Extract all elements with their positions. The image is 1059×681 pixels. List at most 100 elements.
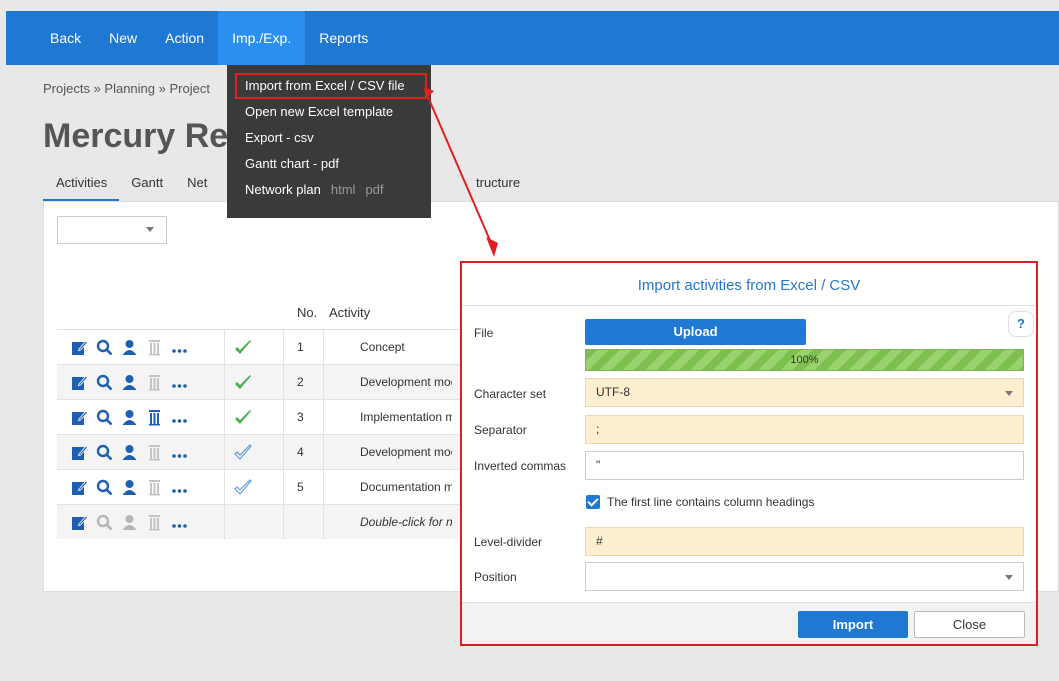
edit-icon[interactable]: [71, 339, 88, 356]
edit-icon[interactable]: [71, 514, 88, 531]
row-actions: [71, 479, 188, 496]
imp-exp-dropdown: Import from Excel / CSV file Open new Ex…: [227, 65, 431, 218]
row-activity[interactable]: Development moc: [360, 445, 452, 459]
column-divider: [323, 365, 324, 400]
table-row[interactable]: 5 Documentation m: [57, 469, 477, 505]
breadcrumb[interactable]: Projects » Planning » Project: [43, 81, 210, 96]
more-icon[interactable]: [171, 444, 188, 461]
more-icon[interactable]: [171, 409, 188, 426]
user-icon[interactable]: [121, 374, 138, 391]
more-icon[interactable]: [171, 514, 188, 531]
filter-select[interactable]: [57, 216, 167, 244]
table-row[interactable]: 1 Concept: [57, 329, 477, 365]
column-divider: [283, 400, 284, 435]
dialog-footer: Import Close: [462, 602, 1036, 644]
menu-gantt-pdf[interactable]: Gantt chart - pdf: [227, 151, 431, 177]
chevron-down-icon: [146, 227, 154, 232]
row-actions: [71, 444, 188, 461]
row-actions: [71, 409, 188, 426]
open-check-icon: [233, 443, 253, 468]
user-icon[interactable]: [121, 479, 138, 496]
help-icon[interactable]: ?: [1008, 311, 1034, 337]
trash-icon[interactable]: [146, 374, 163, 391]
table-row[interactable]: 2 Development moc: [57, 364, 477, 400]
tab-bar: Activities Gantt Net: [43, 173, 219, 202]
table-row[interactable]: 3 Implementation m: [57, 399, 477, 435]
menu-import-excel-csv[interactable]: Import from Excel / CSV file: [235, 73, 427, 99]
separator-input[interactable]: ;: [585, 415, 1024, 444]
menu-network-html[interactable]: html: [331, 182, 356, 197]
user-icon[interactable]: [121, 409, 138, 426]
nav-back[interactable]: Back: [36, 11, 95, 65]
search-icon[interactable]: [96, 444, 113, 461]
column-divider: [224, 365, 225, 400]
user-icon[interactable]: [121, 339, 138, 356]
table-row[interactable]: 4 Development moc: [57, 434, 477, 470]
search-icon[interactable]: [96, 339, 113, 356]
search-icon[interactable]: [96, 514, 113, 531]
trash-icon[interactable]: [146, 409, 163, 426]
top-nav: Back New Action Imp./Exp. Reports: [6, 11, 1059, 65]
close-button[interactable]: Close: [914, 611, 1025, 638]
tab-network[interactable]: Net: [175, 173, 219, 202]
position-select[interactable]: [585, 562, 1024, 591]
open-check-icon: [233, 478, 253, 503]
level-divider-input[interactable]: #: [585, 527, 1024, 556]
row-actions: [71, 339, 188, 356]
row-number: 2: [297, 375, 304, 389]
menu-network-plan[interactable]: Network plan html pdf: [227, 177, 431, 203]
import-button[interactable]: Import: [798, 611, 908, 638]
import-dialog: Import activities from Excel / CSV ? Fil…: [460, 261, 1038, 646]
annotation-arrow: [424, 87, 498, 257]
row-number: 3: [297, 410, 304, 424]
more-icon[interactable]: [171, 374, 188, 391]
row-number: 1: [297, 340, 304, 354]
trash-icon[interactable]: [146, 339, 163, 356]
user-icon[interactable]: [121, 514, 138, 531]
inverted-commas-label: Inverted commas: [474, 459, 567, 473]
completed-check-icon: [233, 338, 253, 363]
more-icon[interactable]: [171, 479, 188, 496]
column-divider: [323, 470, 324, 505]
dialog-title: Import activities from Excel / CSV: [462, 263, 1036, 306]
trash-icon[interactable]: [146, 444, 163, 461]
edit-icon[interactable]: [71, 409, 88, 426]
trash-icon[interactable]: [146, 514, 163, 531]
nav-reports[interactable]: Reports: [305, 11, 382, 65]
first-line-headings-checkbox[interactable]: [586, 495, 600, 509]
tab-gantt[interactable]: Gantt: [119, 173, 175, 202]
inverted-commas-input[interactable]: ": [585, 451, 1024, 480]
charset-select[interactable]: UTF-8: [585, 378, 1024, 407]
edit-icon[interactable]: [71, 444, 88, 461]
column-header-no: No.: [297, 305, 318, 320]
edit-icon[interactable]: [71, 479, 88, 496]
nav-imp-exp[interactable]: Imp./Exp.: [218, 11, 306, 65]
menu-network-plan-label: Network plan: [245, 182, 321, 197]
trash-icon[interactable]: [146, 479, 163, 496]
search-icon[interactable]: [96, 479, 113, 496]
user-icon[interactable]: [121, 444, 138, 461]
row-number: 4: [297, 445, 304, 459]
search-icon[interactable]: [96, 374, 113, 391]
tab-activities[interactable]: Activities: [43, 173, 120, 202]
upload-button[interactable]: Upload: [585, 319, 806, 345]
row-activity[interactable]: Documentation m: [360, 480, 452, 494]
row-activity[interactable]: Implementation m: [360, 410, 452, 424]
edit-icon[interactable]: [71, 374, 88, 391]
menu-export-csv[interactable]: Export - csv: [227, 125, 431, 151]
nav-action[interactable]: Action: [151, 11, 218, 65]
completed-check-icon: [233, 373, 253, 398]
nav-new[interactable]: New: [95, 11, 151, 65]
menu-open-excel-template[interactable]: Open new Excel template: [227, 99, 431, 125]
more-icon[interactable]: [171, 339, 188, 356]
row-activity[interactable]: Development moc: [360, 375, 452, 389]
column-divider: [283, 435, 284, 470]
row-activity[interactable]: Concept: [360, 340, 452, 354]
activity-table: 1 Concept 2 Development moc 3 Implementation …: [57, 329, 477, 540]
search-icon[interactable]: [96, 409, 113, 426]
column-divider: [224, 505, 225, 540]
menu-network-pdf[interactable]: pdf: [365, 182, 383, 197]
row-activity[interactable]: Double-click for ne: [360, 515, 452, 529]
table-row[interactable]: Double-click for ne: [57, 504, 477, 540]
column-divider: [283, 470, 284, 505]
